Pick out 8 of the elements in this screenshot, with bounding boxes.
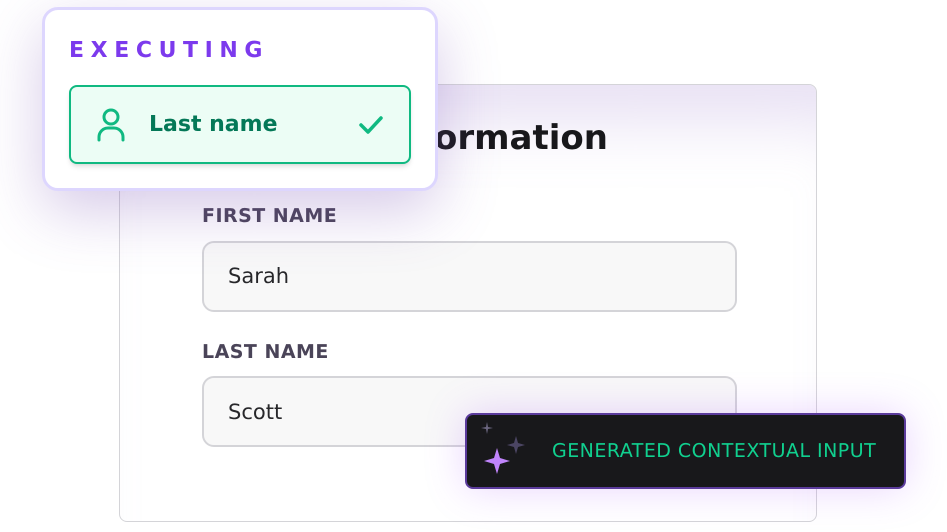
input-field[interactable]: Sarah — [202, 240, 737, 312]
check-icon — [359, 116, 383, 134]
field-label: LAST NAME — [202, 340, 330, 364]
person-icon — [97, 108, 125, 142]
popup-heading: EXECUTING — [69, 40, 270, 62]
step-label: Last name — [149, 111, 278, 139]
field-label: FIRST NAME — [202, 204, 338, 229]
form-title: ormation — [434, 118, 608, 158]
